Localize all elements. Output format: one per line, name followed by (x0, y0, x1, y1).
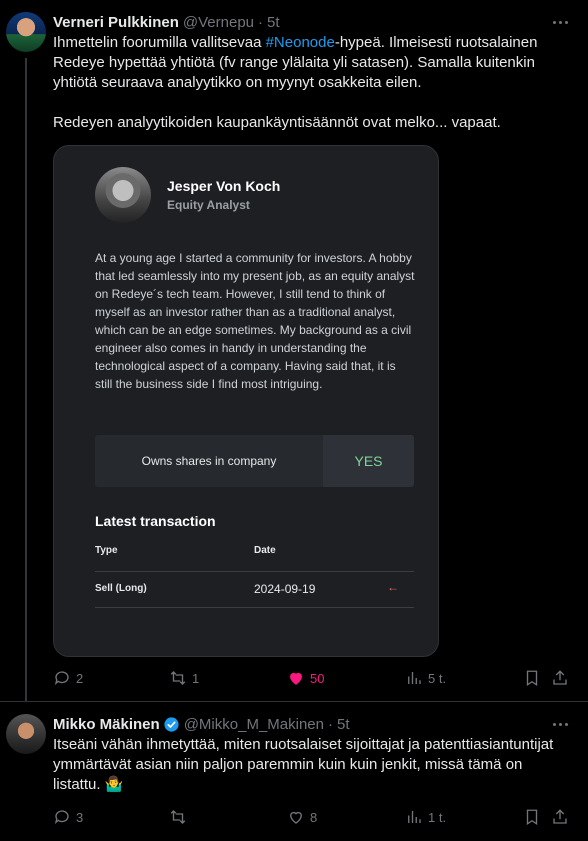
like-count: 8 (310, 809, 318, 825)
views-count: 5 t. (428, 670, 447, 686)
divider (95, 571, 414, 572)
views-button[interactable]: 1 t. (405, 807, 446, 827)
bookmark-icon (526, 670, 538, 687)
heart-icon (290, 672, 302, 685)
sell-arrow-icon: ← (387, 580, 399, 594)
latest-transaction-title: Latest transaction (95, 513, 216, 529)
reply-count: 2 (76, 670, 84, 686)
retweet-icon (170, 671, 186, 685)
tweet-header: Verneri Pulkkinen @Vernepu · 5t (53, 12, 280, 32)
retweet-count: 1 (192, 670, 200, 686)
tweet[interactable]: Mikko Mäkinen @Mikko_M_Makinen · 5t Itse… (0, 701, 588, 841)
author-handle[interactable]: @Mikko_M_Makinen (184, 716, 324, 733)
more-options-icon[interactable] (550, 12, 570, 32)
share-button[interactable] (551, 807, 569, 827)
owns-shares-box: Owns shares in company YES (95, 435, 414, 487)
owns-shares-value: YES (323, 435, 414, 487)
tweet-text: Ihmettelin foorumilla vallitsevaa #Neono… (53, 33, 568, 133)
more-options-icon[interactable] (550, 714, 570, 734)
column-header-type: Type (95, 545, 118, 556)
like-count: 50 (310, 670, 325, 686)
views-button[interactable]: 5 t. (405, 668, 446, 688)
share-icon (553, 809, 567, 824)
analyst-role: Equity Analyst (167, 198, 250, 212)
views-count: 1 t. (428, 809, 447, 825)
separator-dot: · (327, 715, 333, 733)
bookmark-button[interactable] (523, 668, 541, 688)
owns-shares-label: Owns shares in company (141, 454, 277, 468)
like-button[interactable]: 8 (287, 807, 317, 827)
transaction-date: 2024-09-19 (254, 582, 316, 596)
author-name[interactable]: Mikko Mäkinen (53, 716, 160, 733)
separator-dot: · (258, 13, 264, 31)
reply-count: 3 (76, 809, 84, 825)
tweet-header: Mikko Mäkinen @Mikko_M_Makinen · 5t (53, 714, 350, 734)
retweet-button[interactable]: 1 (169, 668, 199, 688)
attached-image-card[interactable]: Jesper Von Koch Equity Analyst At a youn… (53, 145, 439, 657)
timestamp[interactable]: 5t (267, 14, 280, 31)
heart-icon (290, 811, 302, 824)
share-icon (553, 670, 567, 685)
author-handle[interactable]: @Vernepu (183, 14, 254, 31)
reply-icon (54, 671, 69, 686)
reply-icon (54, 810, 69, 825)
bookmark-icon (526, 809, 538, 826)
analyst-bio: At a young age I started a community for… (95, 251, 415, 391)
avatar[interactable] (6, 714, 46, 754)
tweet[interactable]: Verneri Pulkkinen @Vernepu · 5t Ihmettel… (0, 0, 588, 701)
column-header-date: Date (254, 545, 276, 556)
views-chart-icon (408, 672, 421, 684)
avatar[interactable] (6, 12, 46, 52)
thread-connector (25, 58, 27, 701)
analyst-photo (95, 167, 151, 223)
like-button[interactable]: 50 (287, 668, 324, 688)
divider (95, 607, 414, 608)
transaction-type: Sell (Long) (95, 583, 147, 594)
tweet-text-part: Ihmettelin foorumilla vallitsevaa (53, 34, 266, 51)
views-chart-icon (408, 811, 421, 823)
reply-button[interactable]: 2 (53, 668, 83, 688)
retweet-button[interactable] (169, 807, 187, 827)
analyst-name: Jesper Von Koch (167, 178, 281, 194)
action-bar: 2 1 50 5 t. (53, 668, 573, 688)
verified-badge-icon[interactable] (163, 716, 180, 733)
hashtag-link[interactable]: #Neonode (266, 34, 335, 51)
retweet-icon (170, 810, 186, 824)
tweet-text-paragraph: Redeyen analyytikoiden kaupankäyntisäänn… (53, 114, 501, 131)
timestamp[interactable]: 5t (337, 716, 350, 733)
share-button[interactable] (551, 668, 569, 688)
action-bar: 3 8 1 t. (53, 807, 573, 827)
bookmark-button[interactable] (523, 807, 541, 827)
tweet-text: Itseäni vähän ihmetyttää, miten ruotsala… (53, 736, 554, 793)
reply-button[interactable]: 3 (53, 807, 83, 827)
author-name[interactable]: Verneri Pulkkinen (53, 14, 179, 31)
